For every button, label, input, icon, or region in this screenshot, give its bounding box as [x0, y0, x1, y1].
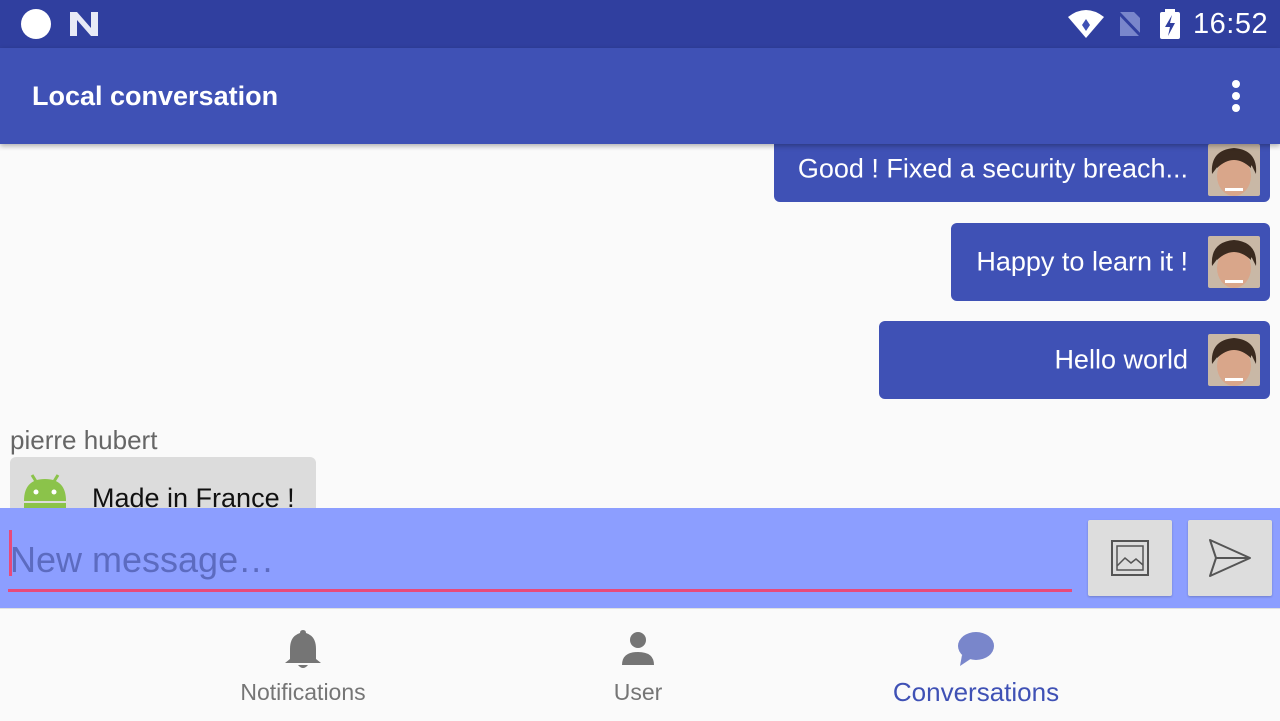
- android-n-logo-icon: [70, 12, 98, 36]
- overflow-menu-button[interactable]: [1220, 78, 1252, 114]
- outgoing-message[interactable]: Happy to learn it !: [951, 223, 1270, 301]
- message-list[interactable]: Good ! Fixed a security breach... Happy …: [0, 144, 1280, 508]
- no-sim-icon: [1116, 10, 1144, 38]
- more-vert-icon: [1232, 80, 1240, 88]
- status-bar: 16:52: [0, 0, 1280, 48]
- message-input[interactable]: [8, 530, 1072, 592]
- page-title: Local conversation: [32, 81, 279, 111]
- user-icon: [622, 632, 654, 665]
- sender-name: pierre hubert: [10, 425, 158, 455]
- notification-dot-icon: [21, 9, 51, 39]
- bell-icon: [285, 630, 321, 668]
- chat-bubble-icon: [958, 632, 994, 666]
- outgoing-message[interactable]: Hello world: [879, 321, 1270, 399]
- wifi-icon: [1068, 10, 1104, 38]
- send-button[interactable]: [1188, 520, 1272, 596]
- app-bar: Local conversation: [0, 48, 1280, 144]
- status-clock: 16:52: [1193, 8, 1269, 40]
- nav-label: Notifications: [240, 679, 366, 705]
- message-composer: [0, 508, 1280, 608]
- outgoing-message[interactable]: Good ! Fixed a security breach...: [774, 144, 1270, 202]
- nav-user[interactable]: User: [538, 609, 738, 721]
- battery-charging-icon: [1160, 9, 1180, 39]
- send-icon: [1209, 539, 1251, 577]
- message-text: Happy to learn it !: [976, 246, 1188, 277]
- image-icon: [1111, 540, 1149, 576]
- nav-notifications[interactable]: Notifications: [203, 609, 403, 721]
- nav-conversations[interactable]: Conversations: [876, 609, 1076, 721]
- android-avatar-icon: [24, 474, 66, 508]
- avatar: [1208, 144, 1260, 196]
- message-text: Good ! Fixed a security breach...: [797, 153, 1188, 184]
- message-text: Hello world: [1054, 344, 1188, 375]
- nav-label: Conversations: [892, 677, 1060, 707]
- pick-image-button[interactable]: [1088, 520, 1172, 596]
- avatar: [1208, 334, 1260, 386]
- avatar: [1208, 236, 1260, 288]
- message-text: Made in France !: [92, 483, 295, 508]
- incoming-message[interactable]: Made in France !: [10, 457, 316, 508]
- bottom-navigation: Notifications User Conversations: [0, 608, 1280, 720]
- text-cursor: [9, 530, 12, 576]
- nav-label: User: [613, 679, 663, 705]
